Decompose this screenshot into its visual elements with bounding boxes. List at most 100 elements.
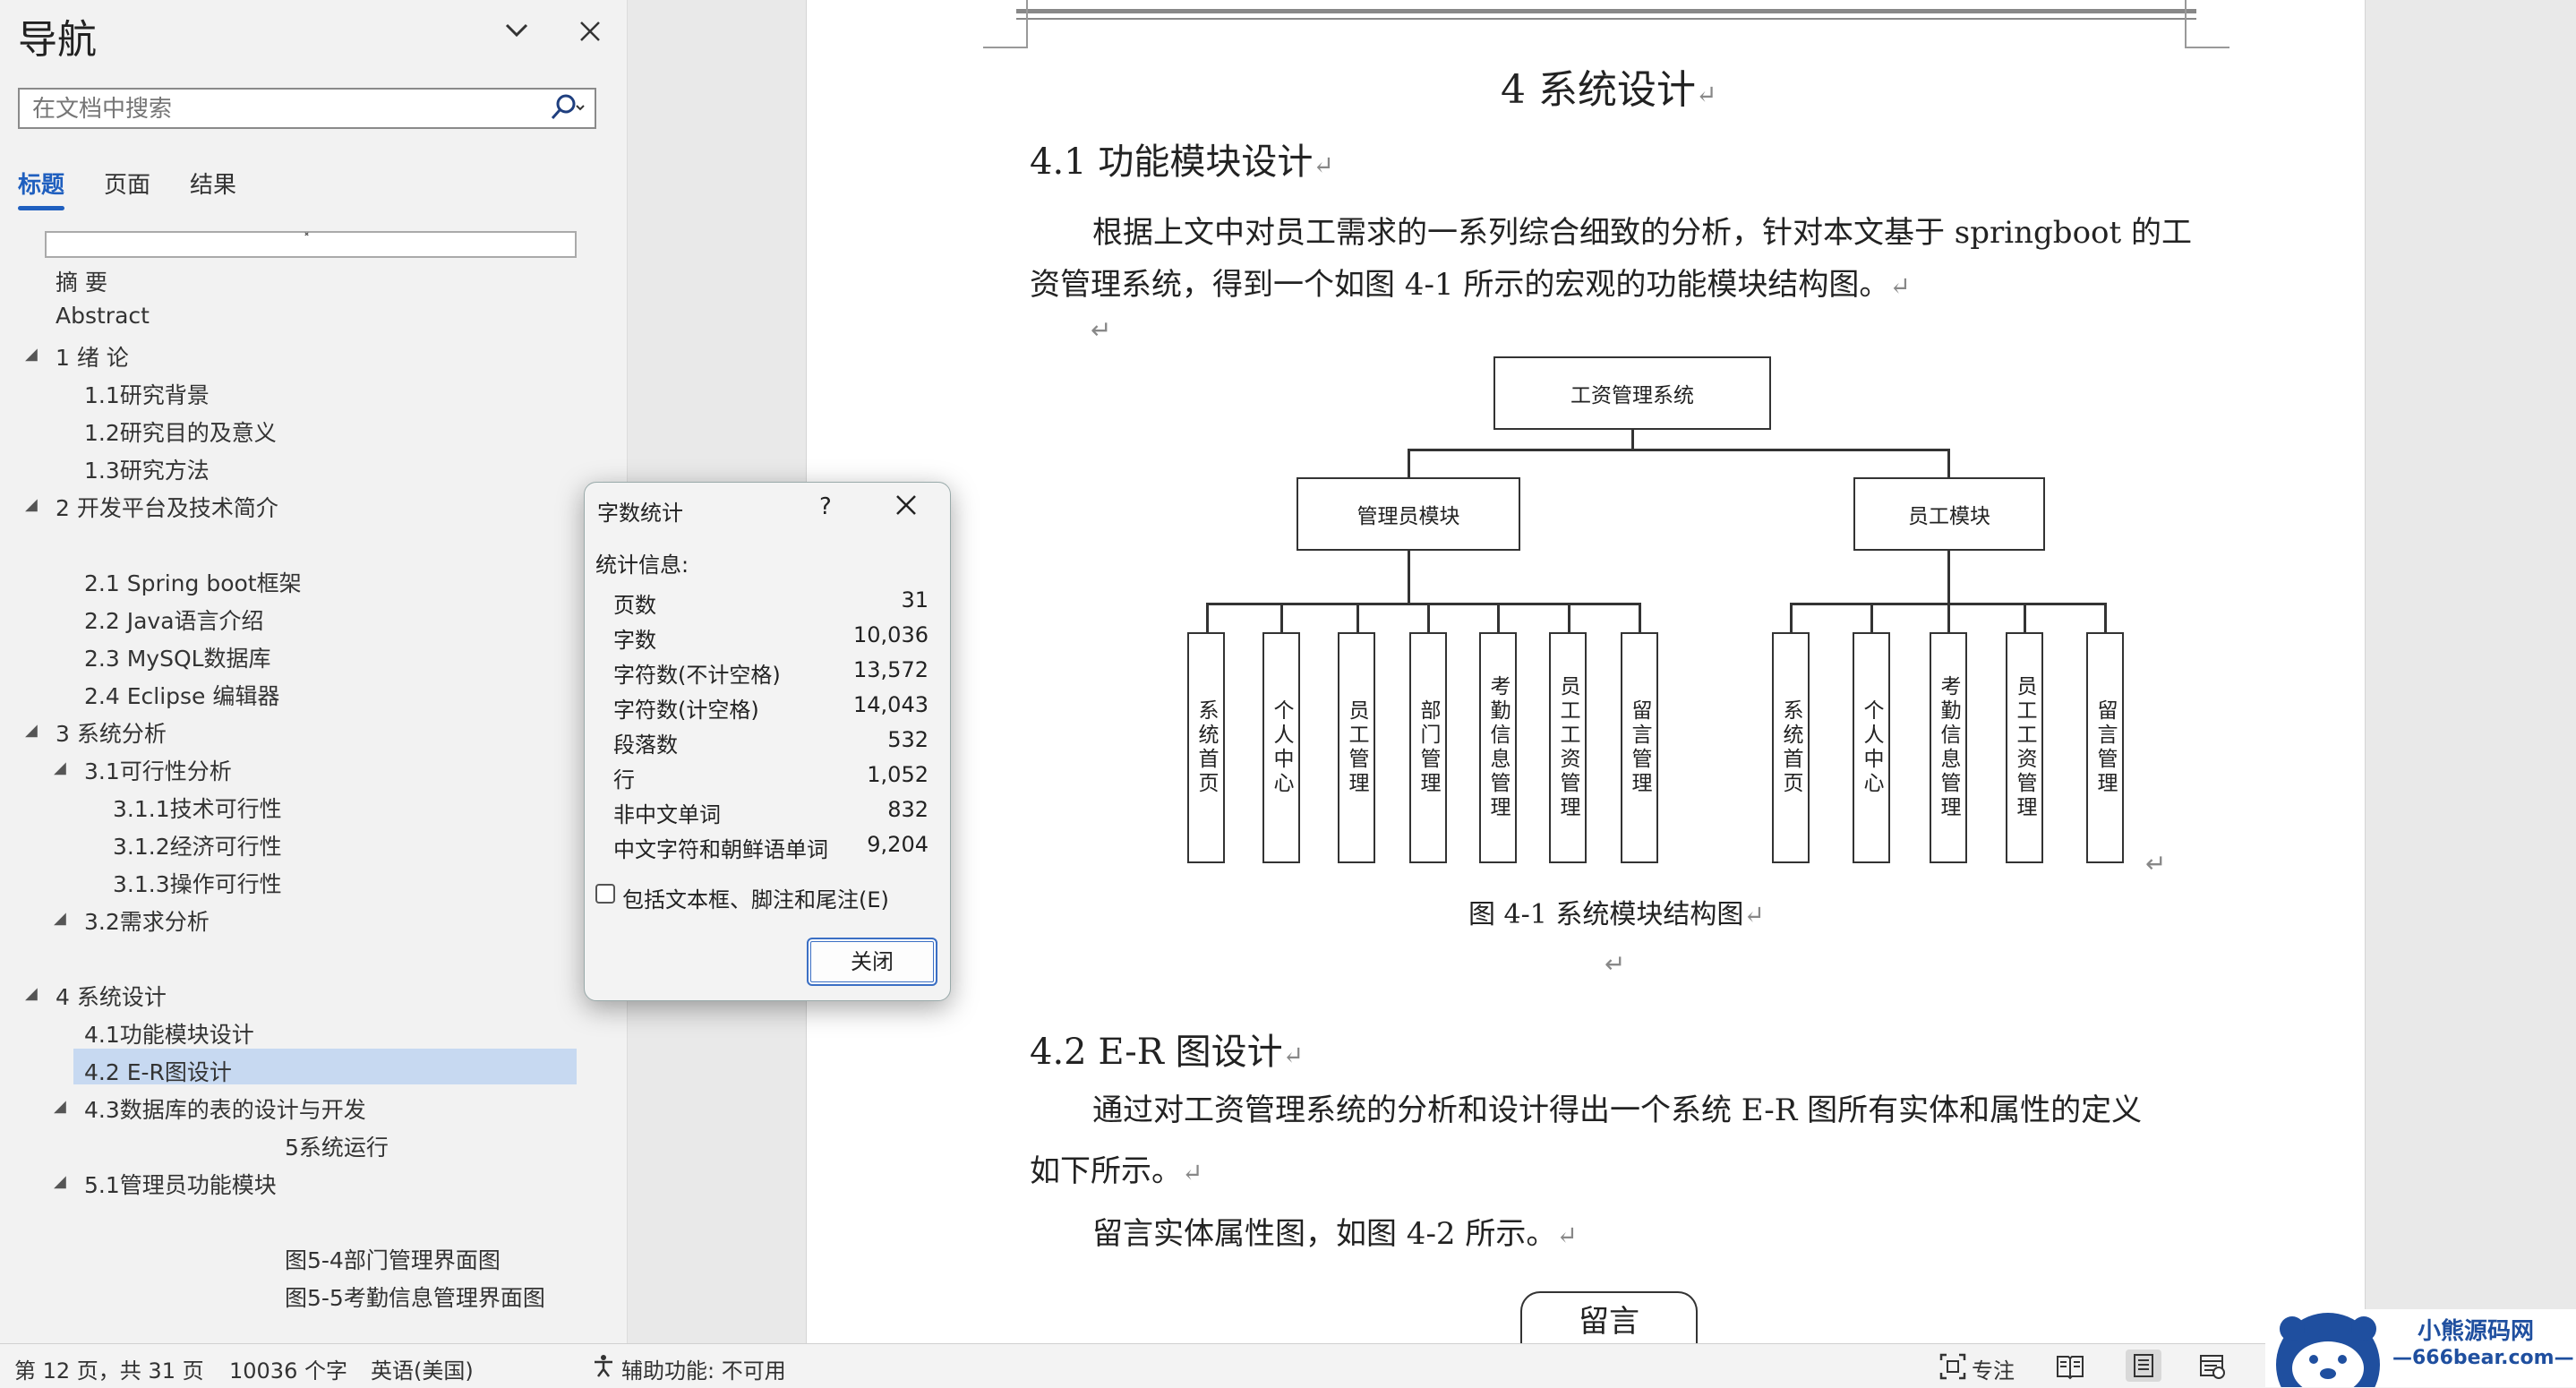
diagram-staff-child: 个人中心 bbox=[1853, 632, 1890, 863]
nav-item[interactable]: 3.1.1技术可行性 bbox=[113, 792, 282, 824]
diagram-admin-node: 管理员模块 bbox=[1297, 477, 1520, 551]
diagram-connector bbox=[1206, 603, 1209, 633]
nav-item[interactable]: 5.1管理员功能模块 bbox=[84, 1168, 277, 1200]
language[interactable]: 英语(美国) bbox=[371, 1353, 474, 1384]
nav-item[interactable]: 1.3研究方法 bbox=[84, 453, 210, 485]
nav-close-icon[interactable] bbox=[568, 11, 612, 56]
nav-search-box[interactable] bbox=[18, 88, 596, 129]
collapse-triangle-icon[interactable]: ◢ bbox=[54, 1097, 66, 1116]
nav-item[interactable]: 2 开发平台及技术简介 bbox=[56, 491, 278, 523]
nav-item[interactable]: 摘 要 bbox=[56, 265, 107, 297]
word-count[interactable]: 10036 个字 bbox=[229, 1353, 347, 1384]
collapse-triangle-icon[interactable]: ◢ bbox=[54, 758, 66, 777]
focus-label[interactable]: 专注 bbox=[1972, 1353, 2015, 1384]
checkbox-label[interactable]: 包括文本框、脚注和尾注(E) bbox=[622, 882, 889, 913]
nav-item[interactable]: 3.1可行性分析 bbox=[84, 754, 232, 786]
search-icon[interactable] bbox=[550, 93, 586, 128]
accessibility-icon[interactable] bbox=[591, 1353, 616, 1382]
nav-item[interactable]: 3.1.3操作可行性 bbox=[113, 867, 282, 899]
nav-item[interactable]: 4.1功能模块设计 bbox=[84, 1017, 254, 1050]
nav-item[interactable]: 4 系统设计 bbox=[56, 980, 167, 1012]
nav-item[interactable]: 3.2需求分析 bbox=[84, 904, 210, 937]
diagram-admin-child: 留言管理 bbox=[1621, 632, 1658, 863]
stat-value: 9,204 bbox=[867, 832, 929, 857]
search-input[interactable] bbox=[30, 95, 535, 124]
nav-item[interactable]: 3 系统分析 bbox=[56, 716, 167, 749]
tab-results[interactable]: 结果 bbox=[190, 167, 236, 200]
tab-headings[interactable]: 标题 bbox=[18, 167, 64, 200]
stats-section-label: 统计信息: bbox=[595, 553, 689, 578]
stat-value: 31 bbox=[901, 587, 929, 613]
stat-value: 13,572 bbox=[853, 657, 929, 682]
paragraph-3: 留言实体属性图，如图 4-2 所示。↵ bbox=[1092, 1216, 1578, 1252]
diagram-connector bbox=[1356, 603, 1359, 633]
dialog-close-icon[interactable] bbox=[894, 493, 918, 520]
accessibility-status[interactable]: 辅助功能: 不可用 bbox=[621, 1353, 786, 1384]
dialog-title: 字数统计 bbox=[597, 501, 683, 526]
diagram-connector bbox=[1408, 449, 1949, 451]
nav-item[interactable]: 5系统运行 bbox=[285, 1130, 389, 1162]
diagram-connector bbox=[2104, 603, 2107, 633]
word-count-dialog: 字数统计 ? 统计信息: 页数 31 字数 10,036 字符数(不计空格) 1… bbox=[584, 482, 951, 1001]
collapse-triangle-icon[interactable]: ◢ bbox=[25, 721, 38, 740]
nav-item-selected[interactable]: 4.2 E-R图设计 bbox=[84, 1055, 232, 1087]
diagram-connector bbox=[1497, 603, 1500, 633]
stat-value: 1,052 bbox=[867, 762, 929, 787]
collapse-triangle-icon[interactable]: ◢ bbox=[25, 984, 38, 1003]
web-layout-icon[interactable] bbox=[2199, 1353, 2226, 1384]
nav-item[interactable]: 2.4 Eclipse 编辑器 bbox=[84, 679, 279, 711]
stat-label: 段落数 bbox=[613, 733, 678, 758]
diagram-connector bbox=[1280, 603, 1283, 633]
header-rule bbox=[1016, 9, 2196, 13]
nav-item[interactable]: 4.3数据库的表的设计与开发 bbox=[84, 1092, 366, 1125]
focus-icon[interactable] bbox=[1939, 1353, 1966, 1384]
navigation-pane: 导航 标题 页面 结果 ˟ ◢ ◢ ◢ ◢ ◢ ◢ ◢ ◢ 摘 要 Abstra… bbox=[0, 0, 628, 1343]
section-heading-42: 4.2 E-R 图设计↵ bbox=[1030, 1032, 1305, 1073]
nav-title: 导航 bbox=[18, 17, 97, 63]
diagram-connector bbox=[1408, 551, 1410, 604]
nav-item[interactable]: 3.1.2经济可行性 bbox=[113, 829, 282, 861]
collapse-triangle-icon[interactable]: ◢ bbox=[25, 495, 38, 514]
nav-item[interactable]: 图5-4部门管理界面图 bbox=[285, 1243, 501, 1275]
stat-label: 中文字符和朝鲜语单词 bbox=[613, 837, 828, 862]
nav-item[interactable]: 1 绪 论 bbox=[56, 340, 129, 373]
bear-logo-icon bbox=[2276, 1313, 2380, 1387]
watermark: 小熊源码网 —666bear.com— bbox=[2265, 1309, 2576, 1387]
nav-item[interactable]: 2.1 Spring boot框架 bbox=[84, 566, 302, 598]
tab-pages[interactable]: 页面 bbox=[104, 167, 150, 200]
stat-value: 10,036 bbox=[853, 622, 929, 647]
collapse-triangle-icon[interactable]: ◢ bbox=[54, 909, 66, 928]
watermark-line1: 小熊源码网 bbox=[2418, 1318, 2535, 1345]
paragraph-mark: ↵ bbox=[1091, 315, 1112, 345]
diagram-connector bbox=[1408, 449, 1410, 478]
nav-item[interactable]: 2.3 MySQL数据库 bbox=[84, 641, 271, 673]
page-count[interactable]: 第 12 页，共 31 页 bbox=[14, 1353, 204, 1384]
nav-item[interactable]: Abstract bbox=[56, 303, 150, 329]
help-icon[interactable]: ? bbox=[819, 493, 832, 520]
diagram-connector bbox=[1427, 603, 1430, 633]
close-button[interactable]: 关闭 bbox=[807, 938, 937, 986]
paragraph-mark: ↵ bbox=[2145, 849, 2167, 878]
diagram-connector bbox=[1947, 603, 1950, 633]
diagram-staff-child: 留言管理 bbox=[2086, 632, 2124, 863]
diagram-root-node: 工资管理系统 bbox=[1493, 356, 1771, 430]
nav-options-chevron-icon[interactable] bbox=[494, 11, 539, 56]
print-layout-icon[interactable] bbox=[2126, 1349, 2161, 1382]
diagram-connector bbox=[2024, 603, 2026, 633]
diagram-connector bbox=[1790, 603, 1793, 633]
collapse-triangle-icon[interactable]: ◢ bbox=[54, 1172, 66, 1191]
diagram-connector bbox=[1870, 603, 1873, 633]
stat-value: 14,043 bbox=[853, 692, 929, 717]
nav-empty-heading[interactable]: ˟ bbox=[45, 231, 577, 258]
collapse-triangle-icon[interactable]: ◢ bbox=[25, 345, 38, 364]
diagram-connector bbox=[1639, 603, 1641, 633]
nav-item[interactable]: 2.2 Java语言介绍 bbox=[84, 604, 264, 636]
crop-mark bbox=[2185, 0, 2187, 48]
diagram-staff-child: 考勤信息管理 bbox=[1930, 632, 1967, 863]
include-textboxes-checkbox[interactable] bbox=[595, 884, 615, 904]
diagram-admin-child: 个人中心 bbox=[1262, 632, 1300, 863]
nav-item[interactable]: 图5-5考勤信息管理界面图 bbox=[285, 1281, 545, 1313]
nav-item[interactable]: 1.1研究背景 bbox=[84, 378, 210, 410]
nav-item[interactable]: 1.2研究目的及意义 bbox=[84, 416, 277, 448]
read-mode-icon[interactable] bbox=[2056, 1353, 2084, 1384]
